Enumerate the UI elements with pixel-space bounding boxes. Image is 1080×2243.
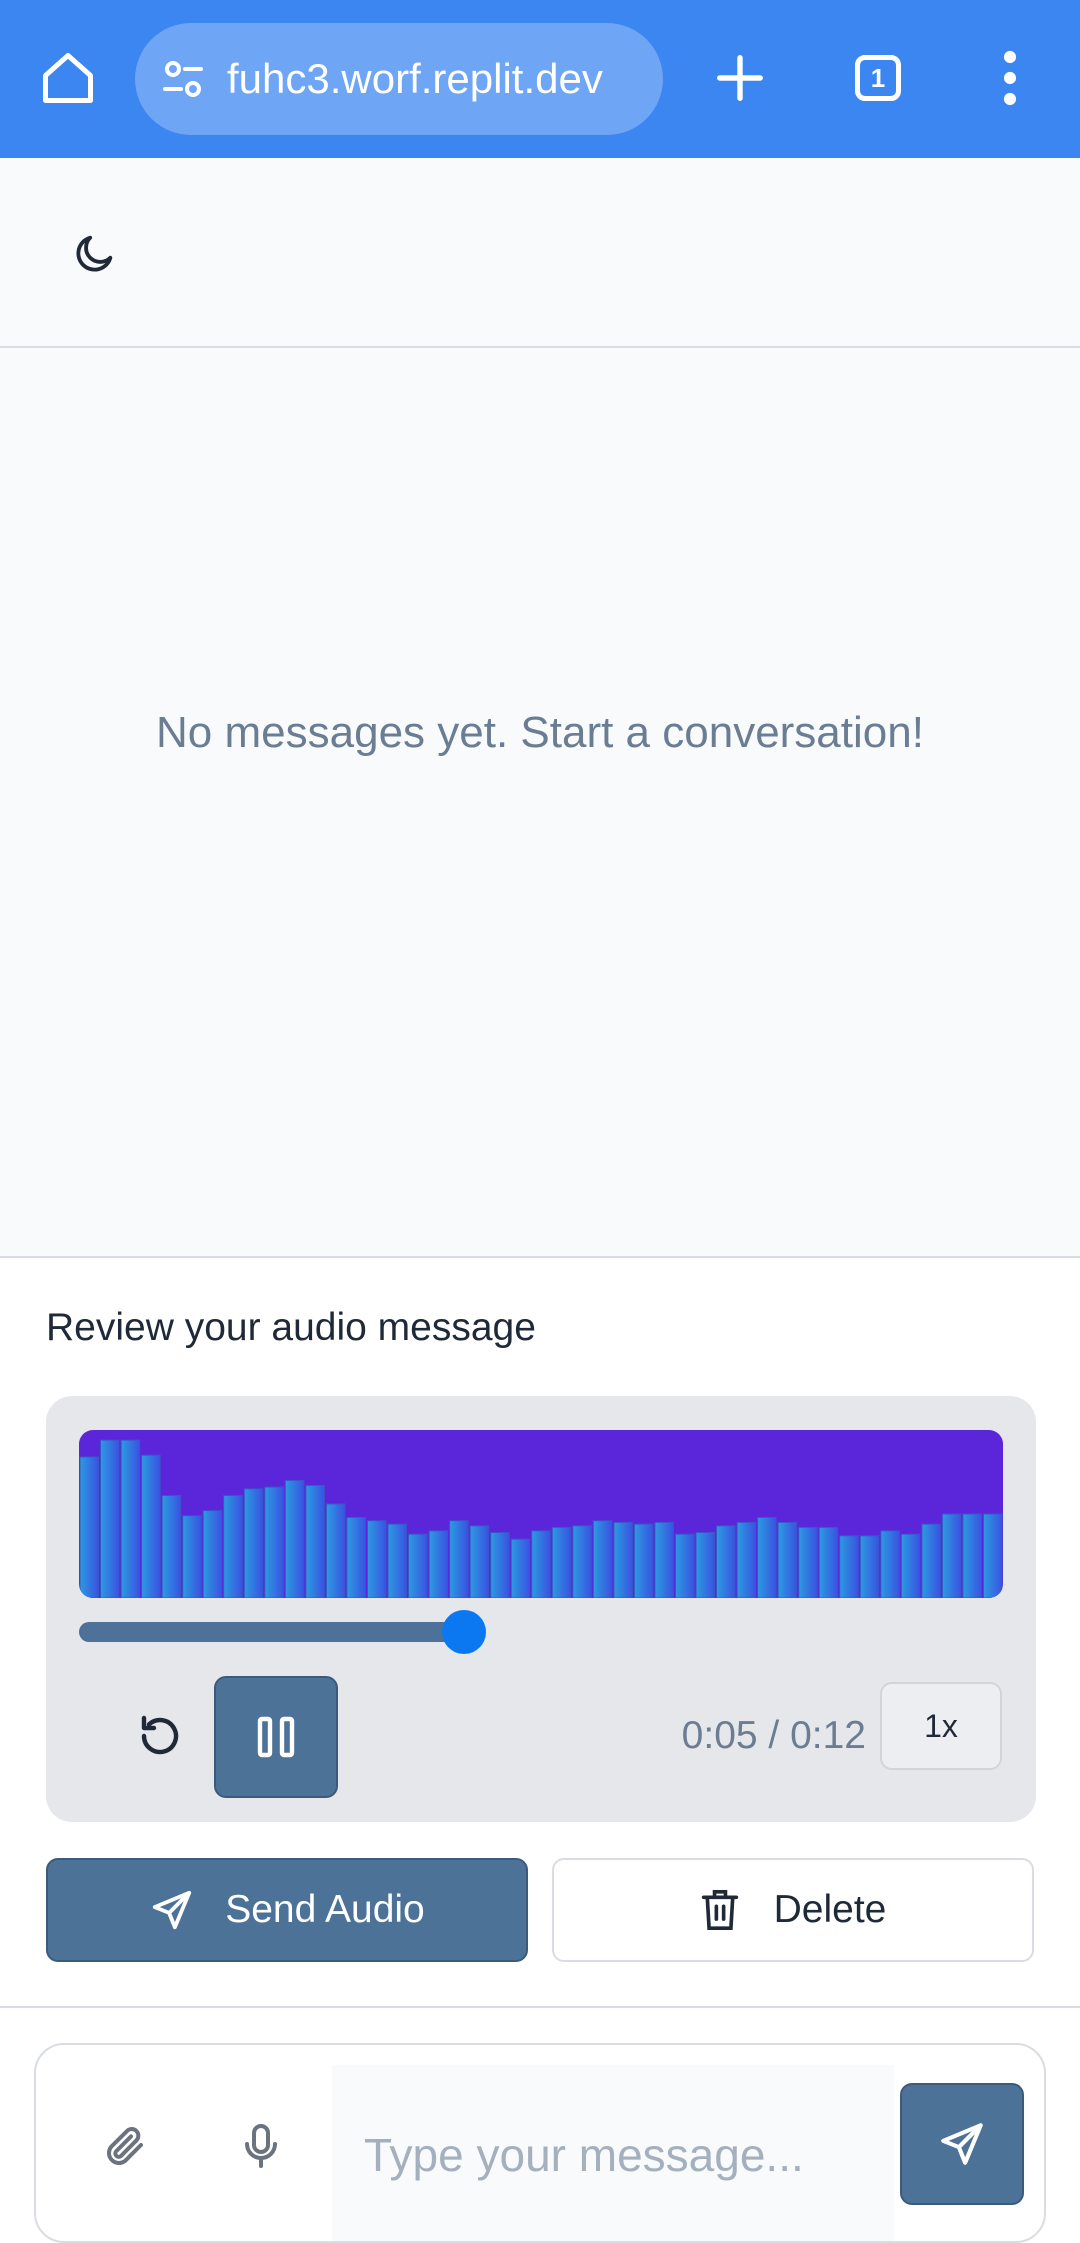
waveform-bar [695, 1532, 715, 1598]
waveform-bar [305, 1484, 325, 1598]
menu-icon[interactable] [970, 38, 1050, 118]
waveform-bar [551, 1526, 572, 1598]
browser-toolbar: fuhc3.worf.replit.dev 1 [0, 0, 1080, 158]
playback-speed-button[interactable]: 1x [880, 1682, 1002, 1770]
waveform-bar [469, 1525, 490, 1598]
waveform-bar [654, 1521, 674, 1598]
microphone-icon[interactable] [226, 2111, 296, 2181]
waveform-bar [859, 1535, 880, 1598]
audio-review-panel: Review your audio message 0:05 / 0:12 1x… [0, 1258, 1080, 2008]
plus-icon[interactable] [700, 38, 780, 118]
seek-bar[interactable] [79, 1622, 464, 1642]
waveform[interactable] [79, 1430, 1003, 1598]
waveform-bar [182, 1515, 202, 1598]
delete-label: Delete [773, 1888, 887, 1931]
site-settings-icon[interactable] [155, 51, 211, 107]
waveform-bar [387, 1523, 407, 1598]
time-display: 0:05 / 0:12 [681, 1714, 866, 1757]
trash-icon [701, 1890, 738, 1930]
waveform-bar [510, 1538, 531, 1598]
waveform-bar [120, 1439, 141, 1598]
waveform-bar [223, 1495, 243, 1598]
paperclip-icon[interactable] [90, 2111, 160, 2181]
message-input[interactable] [332, 2065, 894, 2241]
waveform-bar [736, 1521, 757, 1598]
seek-thumb[interactable] [442, 1610, 486, 1654]
waveform-bar [798, 1526, 818, 1598]
waveform-bar [100, 1439, 120, 1598]
send-icon [941, 2123, 983, 2165]
waveform-bar [592, 1520, 613, 1598]
waveform-bar [880, 1530, 900, 1598]
waveform-bar [962, 1513, 982, 1598]
waveform-bar [264, 1486, 284, 1598]
home-icon[interactable] [28, 38, 108, 118]
delete-button[interactable]: Delete [552, 1858, 1034, 1962]
waveform-bar [243, 1488, 264, 1598]
waveform-bar [449, 1520, 469, 1598]
audio-player: 0:05 / 0:12 1x [46, 1396, 1036, 1822]
replay-icon[interactable] [110, 1686, 210, 1786]
pause-button[interactable] [214, 1676, 338, 1798]
moon-icon[interactable] [62, 220, 128, 286]
waveform-bar [408, 1533, 428, 1598]
tab-count: 1 [855, 55, 901, 101]
waveform-bar [900, 1533, 921, 1598]
address-bar[interactable]: fuhc3.worf.replit.dev [135, 23, 663, 135]
waveform-bar [346, 1516, 366, 1598]
message-list: No messages yet. Start a conversation! [0, 348, 1080, 1258]
send-audio-button[interactable]: Send Audio [46, 1858, 528, 1962]
send-icon [153, 1890, 192, 1930]
waveform-bar [202, 1510, 223, 1598]
empty-state-text: No messages yet. Start a conversation! [156, 708, 924, 757]
waveform-bar [777, 1521, 798, 1598]
waveform-bar [983, 1513, 1003, 1598]
waveform-bar [839, 1535, 859, 1598]
waveform-bar [141, 1454, 161, 1598]
waveform-bar [284, 1479, 305, 1598]
pause-icon [257, 1716, 295, 1758]
url-text: fuhc3.worf.replit.dev [227, 55, 603, 102]
tabs-icon[interactable]: 1 [838, 38, 918, 118]
waveform-bar [675, 1533, 695, 1598]
send-message-button[interactable] [900, 2083, 1024, 2205]
waveform-bar [367, 1520, 387, 1598]
waveform-bar [613, 1521, 633, 1598]
waveform-bar [490, 1532, 510, 1598]
waveform-bar [818, 1526, 839, 1598]
waveform-bar [757, 1516, 777, 1598]
waveform-bar [716, 1525, 736, 1598]
waveform-bar [161, 1495, 182, 1598]
send-audio-label: Send Audio [225, 1888, 425, 1931]
waveform-bar [941, 1513, 962, 1598]
message-composer [34, 2043, 1046, 2243]
review-title: Review your audio message [46, 1306, 536, 1349]
waveform-bar [428, 1530, 449, 1598]
waveform-bar [79, 1456, 99, 1598]
app-header [0, 158, 1080, 348]
waveform-bar [531, 1530, 551, 1598]
waveform-bar [325, 1503, 346, 1598]
waveform-bar [572, 1525, 592, 1598]
waveform-bar [921, 1523, 941, 1598]
waveform-bar [633, 1523, 654, 1598]
